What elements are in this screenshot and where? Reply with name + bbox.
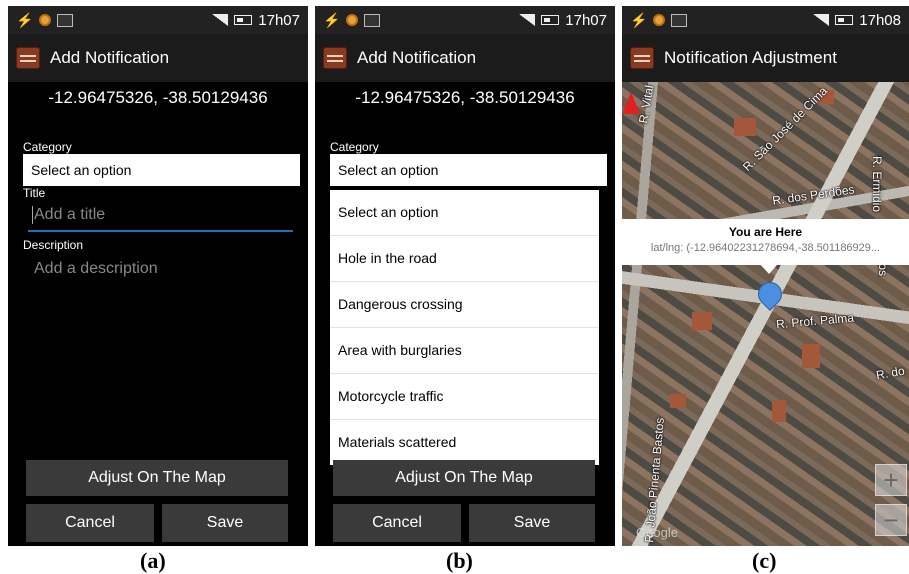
category-select[interactable]: Select an option	[330, 154, 607, 186]
cancel-button[interactable]: Cancel	[26, 504, 154, 542]
image-icon	[364, 13, 381, 27]
google-logo: Google	[636, 525, 678, 540]
info-window-title: You are Here	[728, 225, 803, 239]
coordinates-text: -12.96475326, -38.50129436	[355, 88, 575, 107]
street-label: R. Prof. Palma	[775, 310, 855, 332]
status-time: 17h07	[565, 11, 607, 29]
status-bar: ⚡ 17h07	[315, 6, 615, 34]
save-button[interactable]: Save	[469, 504, 595, 542]
caption-c: (c)	[752, 548, 777, 573]
notification-dot-icon	[346, 14, 359, 26]
map-roof	[670, 394, 686, 408]
caption-a: (a)	[140, 548, 166, 573]
screen-title: Add Notification	[50, 48, 170, 67]
description-input[interactable]: Add a description	[8, 260, 308, 278]
usb-icon: ⚡	[323, 11, 341, 28]
app-icon[interactable]	[16, 47, 40, 69]
text-caret	[32, 206, 33, 224]
signal-icon	[212, 14, 229, 26]
action-bar: Notification Adjustment	[622, 34, 909, 82]
dropdown-option[interactable]: Area with burglaries	[330, 328, 599, 374]
image-icon	[57, 13, 74, 27]
category-select[interactable]: Select an option	[23, 154, 300, 186]
dropdown-option[interactable]: Hole in the road	[330, 236, 599, 282]
caption-b: (b)	[446, 548, 473, 573]
phone-screen-category-dropdown: ⚡ 17h07 Add Notification -12.96475326, -…	[315, 6, 615, 546]
street-label: R. do	[875, 363, 906, 383]
coordinates-text: -12.96475326, -38.50129436	[48, 88, 268, 107]
map-roof	[802, 344, 820, 368]
save-button[interactable]: Save	[162, 504, 288, 542]
zoom-out-button[interactable]: −	[875, 504, 907, 536]
category-dropdown-list: Select an option Hole in the road Danger…	[330, 190, 599, 465]
battery-icon	[234, 15, 253, 25]
adjust-on-map-button[interactable]: Adjust On The Map	[333, 460, 595, 496]
screen-title: Notification Adjustment	[664, 48, 837, 67]
screen-title: Add Notification	[357, 48, 477, 67]
map-roof	[772, 400, 786, 422]
adjust-on-map-button[interactable]: Adjust On The Map	[26, 460, 288, 496]
action-bar: Add Notification	[8, 34, 308, 82]
status-time: 17h07	[258, 11, 300, 29]
description-label: Description	[23, 238, 84, 252]
status-time: 17h08	[859, 11, 901, 29]
title-placeholder: Add a title	[34, 206, 106, 223]
usb-icon: ⚡	[630, 11, 648, 28]
title-label: Title	[23, 186, 46, 200]
action-bar: Add Notification	[315, 34, 615, 82]
signal-icon	[813, 14, 830, 26]
app-icon[interactable]	[630, 47, 654, 69]
phone-screen-add-notification: ⚡ 17h07 Add Notification -12.96475326, -…	[8, 6, 308, 546]
street-label: R. Ermidio	[870, 156, 884, 213]
app-icon[interactable]	[323, 47, 347, 69]
phone-screen-notification-adjustment: ⚡ 17h08 Notification Adjustment R. Vital…	[622, 6, 909, 546]
category-label: Category	[330, 140, 379, 154]
notification-dot-icon	[653, 14, 666, 26]
image-icon	[671, 13, 688, 27]
satellite-map[interactable]: R. Vital R. São José de Cima R. dos Perd…	[622, 82, 909, 546]
dropdown-option[interactable]: Dangerous crossing	[330, 282, 599, 328]
street-label: R. Vital	[636, 84, 657, 125]
street-label: R. dos Perdões	[771, 182, 856, 208]
location-info-window[interactable]: You are Here lat/lng: (-12.9640223127869…	[622, 219, 909, 265]
zoom-in-button[interactable]: +	[875, 464, 907, 496]
map-roof	[734, 118, 756, 136]
map-roof	[692, 312, 712, 330]
cancel-button[interactable]: Cancel	[333, 504, 461, 542]
battery-icon	[541, 15, 560, 25]
title-input[interactable]: Add a title	[28, 200, 293, 232]
dropdown-option[interactable]: Motorcycle traffic	[330, 374, 599, 420]
dropdown-option[interactable]: Select an option	[330, 190, 599, 236]
signal-icon	[519, 14, 536, 26]
category-label: Category	[23, 140, 72, 154]
info-window-tail	[761, 265, 777, 274]
status-bar: ⚡ 17h07	[8, 6, 308, 34]
dropdown-option[interactable]: Materials scattered	[330, 420, 599, 465]
notification-dot-icon	[39, 14, 52, 26]
info-window-latlng: lat/lng: (-12.96402231278694,-38.5011869…	[650, 242, 881, 254]
status-bar: ⚡ 17h08	[622, 6, 909, 34]
usb-icon: ⚡	[16, 11, 34, 28]
battery-icon	[835, 15, 854, 25]
map-pin-icon[interactable]	[753, 277, 787, 311]
